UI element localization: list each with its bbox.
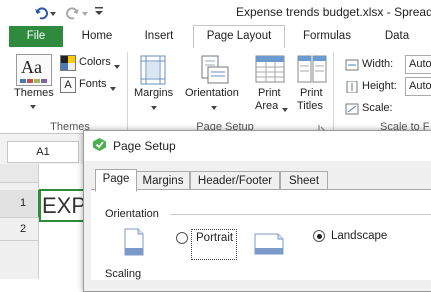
tab-page-layout[interactable]: Page Layout [193,25,285,48]
redo-dropdown-icon[interactable] [82,8,88,16]
themes-label: Themes [14,87,54,99]
colors-dropdown-icon[interactable] [114,61,120,69]
row-header-2[interactable]: 2 [0,218,38,241]
redo-icon[interactable] [66,6,80,20]
landscape-radio[interactable] [313,230,325,242]
orientation-section-label: Orientation [105,208,159,220]
scaling-section-label: Scaling [105,268,142,280]
row-header-2-label: 2 [20,223,27,235]
landscape-page-icon [254,233,284,255]
row-header-1-label: 1 [20,197,27,209]
row-header-1[interactable]: 1 [0,190,40,218]
margins-button[interactable]: Margins [134,87,173,99]
landscape-radio-dot [316,233,322,239]
dialog-tab-margins[interactable]: Margins [136,171,190,191]
cell-a1-value: EXP [42,193,87,218]
colors-icon [60,55,76,71]
undo-dropdown-icon[interactable] [50,8,56,16]
app-logo-icon [92,137,107,152]
print-titles-line1[interactable]: Print [300,87,323,99]
themes-dropdown-icon [30,101,36,109]
dialog-title: Page Setup [113,139,176,153]
width-select[interactable]: Auto [405,55,431,74]
dialog-tab-page[interactable]: Page [95,169,137,192]
tab-home[interactable]: Home [72,26,122,47]
landscape-label[interactable]: Landscape [331,230,387,242]
select-all-corner[interactable] [0,164,38,183]
tab-formulas[interactable]: Formulas [295,26,359,47]
portrait-radio[interactable] [176,232,188,244]
scale-label: Scale: [362,102,393,114]
orientation-button[interactable]: Orientation [185,87,239,99]
themes-button[interactable]: Aa [16,54,52,86]
margins-icon[interactable] [140,55,166,85]
height-label: Height: [362,80,397,92]
print-area-line2[interactable]: Area [255,100,278,112]
orientation-divider [170,214,431,215]
ribbon-separator [333,52,334,132]
height-icon [345,80,359,94]
print-titles-icon[interactable] [297,55,327,83]
orientation-dropdown-icon[interactable] [211,102,217,110]
print-area-line1[interactable]: Print [258,87,281,99]
print-area-dropdown-icon[interactable] [282,104,288,112]
scale-icon [345,103,359,115]
fonts-icon: A [60,77,76,93]
width-label: Width: [362,58,394,70]
colors-button[interactable]: Colors [79,56,111,68]
window-title: Expense trends budget.xlsx - Spread D [236,5,431,19]
dialog-tab-sheet[interactable]: Sheet [280,171,328,191]
height-value: Auto [409,80,431,92]
customize-toolbar-icon[interactable] [94,5,104,17]
margins-dropdown-icon[interactable] [151,102,157,110]
ribbon-separator [127,52,128,132]
dialog-tab-header-footer[interactable]: Header/Footer [190,171,280,191]
tab-data[interactable]: Data [374,26,420,47]
height-select[interactable]: Auto [405,77,431,96]
fonts-dropdown-icon[interactable] [110,83,116,91]
portrait-focus-box[interactable]: Portrait [191,229,237,260]
tab-insert[interactable]: Insert [134,26,184,47]
portrait-label: Portrait [196,232,234,244]
width-value: Auto [409,58,431,70]
portrait-page-icon [124,228,144,256]
undo-icon[interactable] [34,6,48,20]
themes-icon: Aa [21,57,42,77]
orientation-icon[interactable] [200,55,230,85]
print-titles-line2[interactable]: Titles [297,100,323,112]
print-area-icon[interactable] [255,55,285,83]
tab-file[interactable]: File [9,26,63,47]
width-icon [345,59,359,71]
fonts-button[interactable]: Fonts [79,78,107,90]
name-box[interactable]: A1 [7,141,79,163]
